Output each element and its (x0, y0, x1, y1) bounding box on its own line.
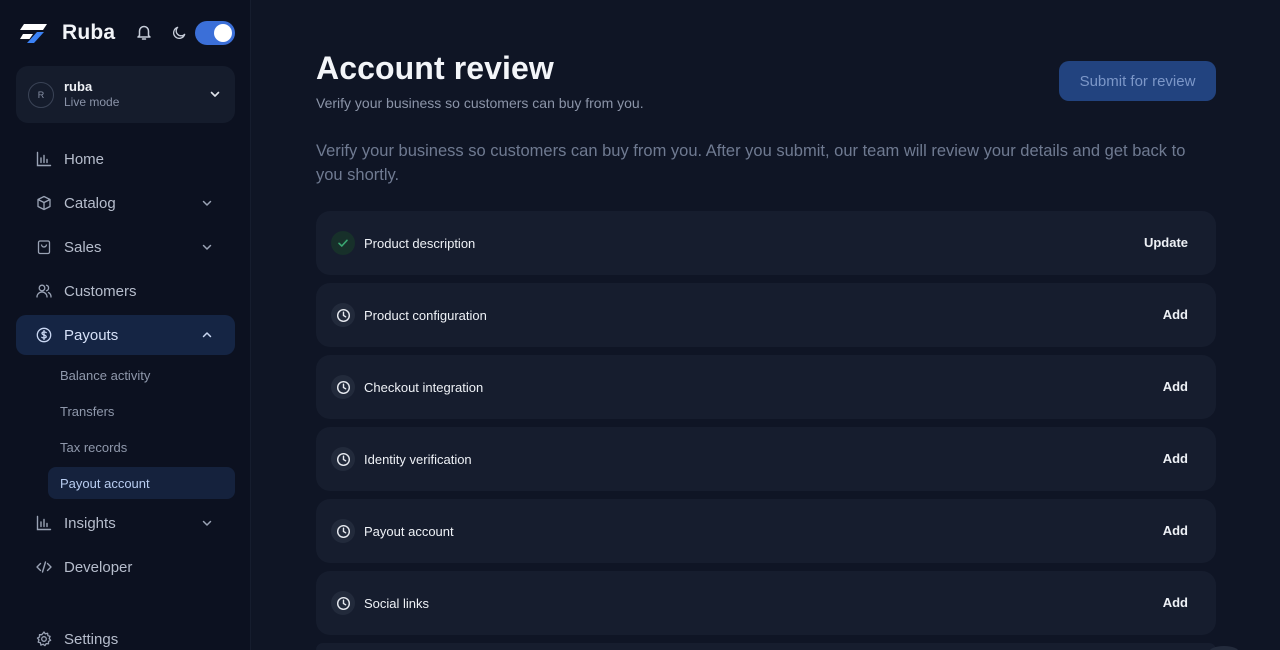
requirement-add-button[interactable]: Add (1163, 451, 1188, 466)
account-mode: Live mode (64, 94, 120, 109)
check-icon (331, 231, 355, 255)
users-icon (36, 284, 52, 298)
intro-text: Verify your business so customers can bu… (316, 142, 1186, 184)
sidebar-subitem-payout-account[interactable]: Payout account (48, 467, 235, 499)
moon-icon[interactable] (172, 25, 187, 40)
page-subtitle: Verify your business so customers can bu… (316, 95, 644, 111)
chevron-down-icon (210, 91, 220, 97)
requirement-row: Product configuration Add (316, 283, 1216, 347)
bar-chart-icon (36, 151, 52, 167)
requirement-label: Product description (364, 235, 476, 251)
sidebar-subitem-transfers[interactable]: Transfers (48, 395, 235, 427)
bar-chart-icon (36, 515, 52, 531)
requirement-label: Social links (364, 595, 430, 611)
sidebar-item-sales[interactable]: Sales (16, 227, 235, 267)
requirement-label: Checkout integration (364, 379, 484, 395)
avatar: R (28, 81, 54, 108)
requirement-row: Social links Add (316, 571, 1216, 635)
brand-logo-icon (20, 24, 47, 43)
requirement-add-button[interactable]: Add (1163, 595, 1188, 610)
sidebar-item-label: Home (64, 150, 105, 168)
sidebar-item-label: Insights (64, 514, 116, 532)
clock-icon (331, 303, 355, 327)
submit-for-review-button[interactable]: Submit for review (1059, 61, 1216, 101)
requirement-row-partial (316, 643, 1216, 650)
chevron-down-icon (202, 520, 212, 526)
sidebar-item-label: Catalog (64, 194, 116, 212)
requirement-row: Payout account Add (316, 499, 1216, 563)
brand-name: Ruba (62, 21, 116, 44)
gear-icon (36, 631, 52, 647)
clock-icon (331, 519, 355, 543)
scroll-indicator[interactable] (1209, 646, 1239, 650)
chevron-up-icon (202, 332, 212, 338)
requirement-update-button[interactable]: Update (1144, 235, 1188, 250)
requirement-row: Product description Update (316, 211, 1216, 275)
bell-icon[interactable] (135, 23, 153, 41)
clock-icon (331, 591, 355, 615)
theme-toggle[interactable] (195, 21, 235, 45)
requirement-row: Checkout integration Add (316, 355, 1216, 419)
account-name: ruba (64, 78, 93, 94)
box-icon (37, 195, 51, 211)
sidebar-item-payouts[interactable]: Payouts (16, 315, 235, 355)
code-icon (36, 561, 52, 573)
main-content: Account review Verify your business so c… (251, 0, 1280, 650)
sidebar-item-label: Sales (64, 238, 102, 256)
chevron-down-icon (202, 200, 212, 206)
account-info: ruba Live mode (64, 79, 119, 111)
clock-icon (331, 375, 355, 399)
requirement-label: Product configuration (364, 307, 487, 323)
dollar-circle-icon (36, 327, 52, 343)
page-title: Account review (316, 50, 554, 86)
brand[interactable]: Ruba (20, 20, 115, 46)
sidebar-subitem-tax-records[interactable]: Tax records (48, 431, 235, 463)
clock-icon (331, 447, 355, 471)
requirement-add-button[interactable]: Add (1163, 307, 1188, 322)
sidebar-item-developer[interactable]: Developer (16, 547, 235, 587)
sidebar-item-label: Payouts (64, 326, 119, 344)
sidebar-item-customers[interactable]: Customers (16, 271, 235, 311)
sidebar-item-label: Settings (64, 630, 119, 648)
requirement-add-button[interactable]: Add (1163, 379, 1188, 394)
toggle-knob (214, 24, 232, 42)
chevron-down-icon (202, 244, 212, 250)
requirement-label: Identity verification (364, 451, 472, 467)
sidebar-item-label: Customers (64, 282, 137, 300)
sidebar-item-insights[interactable]: Insights (16, 503, 235, 543)
sidebar-item-catalog[interactable]: Catalog (16, 183, 235, 223)
account-switcher[interactable]: R ruba Live mode (16, 66, 235, 123)
requirement-add-button[interactable]: Add (1163, 523, 1188, 538)
shopping-bag-icon (37, 240, 51, 255)
requirement-label: Payout account (364, 523, 454, 539)
requirement-row: Identity verification Add (316, 427, 1216, 491)
sidebar-item-label: Developer (64, 558, 133, 576)
sidebar-item-settings[interactable]: Settings (16, 619, 235, 650)
sidebar-item-home[interactable]: Home (16, 139, 235, 179)
sidebar-subitem-balance-activity[interactable]: Balance activity (48, 359, 235, 391)
sidebar: Ruba R ruba Live mode Home Catalog Sales… (0, 0, 251, 650)
